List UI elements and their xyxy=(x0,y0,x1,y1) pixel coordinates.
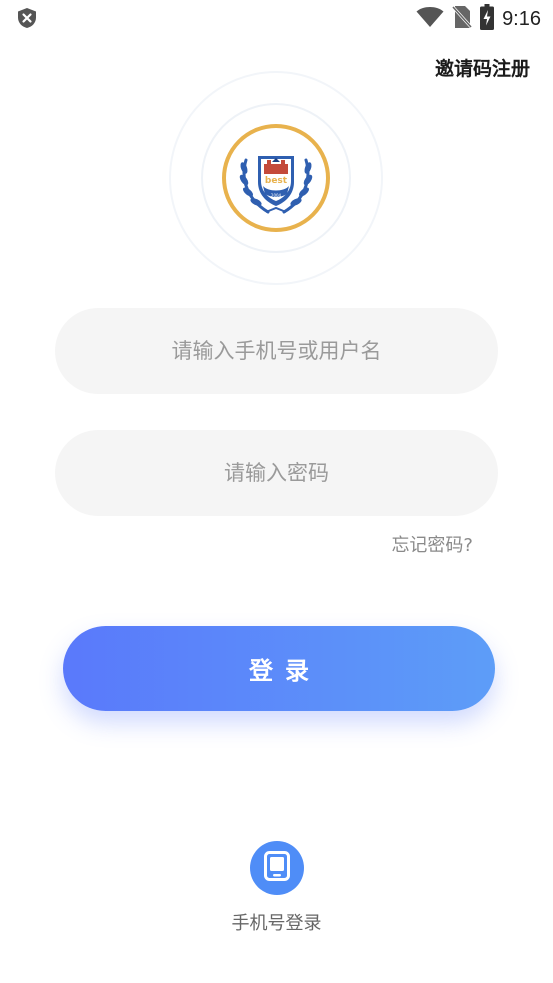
status-icons: 9:16 xyxy=(416,4,541,34)
password-field[interactable] xyxy=(55,430,498,516)
emblem-text: best xyxy=(265,176,288,186)
phone-login-button[interactable] xyxy=(249,841,304,895)
status-bar: 9:16 xyxy=(0,0,553,38)
phone-login-label[interactable]: 手机号登录 xyxy=(232,909,322,935)
username-field[interactable] xyxy=(55,308,498,394)
wifi-icon xyxy=(416,6,444,32)
shield-x-icon xyxy=(16,7,38,29)
no-sim-icon xyxy=(451,5,473,33)
phone-icon xyxy=(263,851,290,885)
password-input[interactable] xyxy=(55,460,498,486)
battery-charging-icon xyxy=(480,4,495,34)
forgot-password-link[interactable]: 忘记密码? xyxy=(391,531,473,557)
school-emblem-icon: best 2004 xyxy=(168,70,384,286)
emblem-year: 2004 xyxy=(271,193,282,198)
status-time: 9:16 xyxy=(502,7,541,30)
invite-register-link[interactable]: 邀请码注册 xyxy=(435,54,530,81)
phone-login-option[interactable]: 手机号登录 xyxy=(0,841,553,935)
username-input[interactable] xyxy=(55,338,498,364)
login-button[interactable]: 登录 xyxy=(63,626,495,711)
